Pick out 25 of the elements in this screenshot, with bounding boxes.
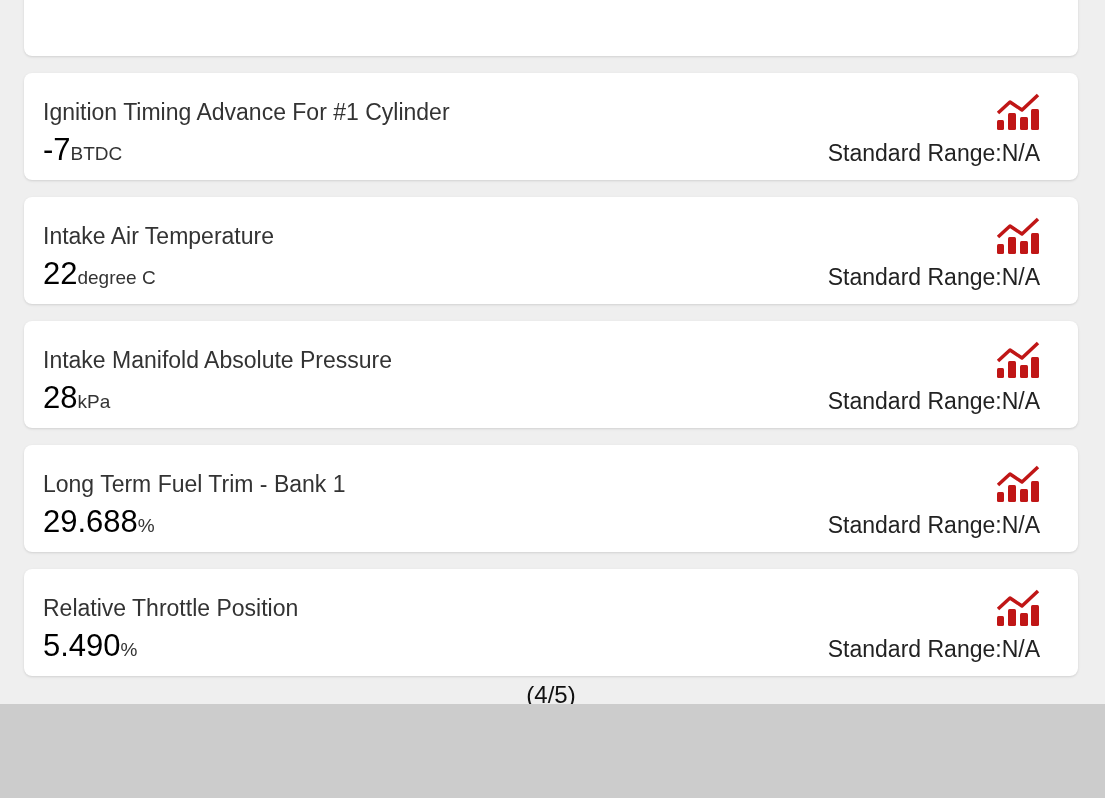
sensor-name: Ignition Timing Advance For #1 Cylinder <box>43 98 450 127</box>
sensor-unit: degree C <box>77 265 156 290</box>
chart-icon[interactable] <box>996 465 1040 503</box>
chart-icon[interactable] <box>996 341 1040 379</box>
sensor-value: 29.688 <box>43 503 138 540</box>
sensor-value: 5.490 <box>43 627 121 664</box>
chart-icon[interactable] <box>996 589 1040 627</box>
sensor-unit: % <box>137 514 155 538</box>
sensor-value: 28 <box>43 379 78 416</box>
standard-range: Standard Range:N/A <box>827 635 1040 664</box>
sensor-value: -7 <box>43 131 71 168</box>
sensor-name: Intake Air Temperature <box>43 222 274 251</box>
sensor-unit: kPa <box>77 389 111 414</box>
sensor-name: Long Term Fuel Trim - Bank 1 <box>43 470 346 499</box>
standard-range: Standard Range:N/A <box>827 139 1040 168</box>
chart-icon[interactable] <box>996 93 1040 131</box>
standard-range: Standard Range:N/A <box>827 387 1040 416</box>
sensor-unit: % <box>120 638 138 662</box>
chart-icon[interactable] <box>996 217 1040 255</box>
sensor-value: 22 <box>43 255 78 292</box>
sensor-name: Intake Manifold Absolute Pressure <box>43 346 393 375</box>
sensor-unit: BTDC <box>70 141 123 166</box>
standard-range: Standard Range:N/A <box>827 511 1040 540</box>
sensor-name: Relative Throttle Position <box>43 594 299 623</box>
standard-range: Standard Range:N/A <box>827 263 1040 292</box>
